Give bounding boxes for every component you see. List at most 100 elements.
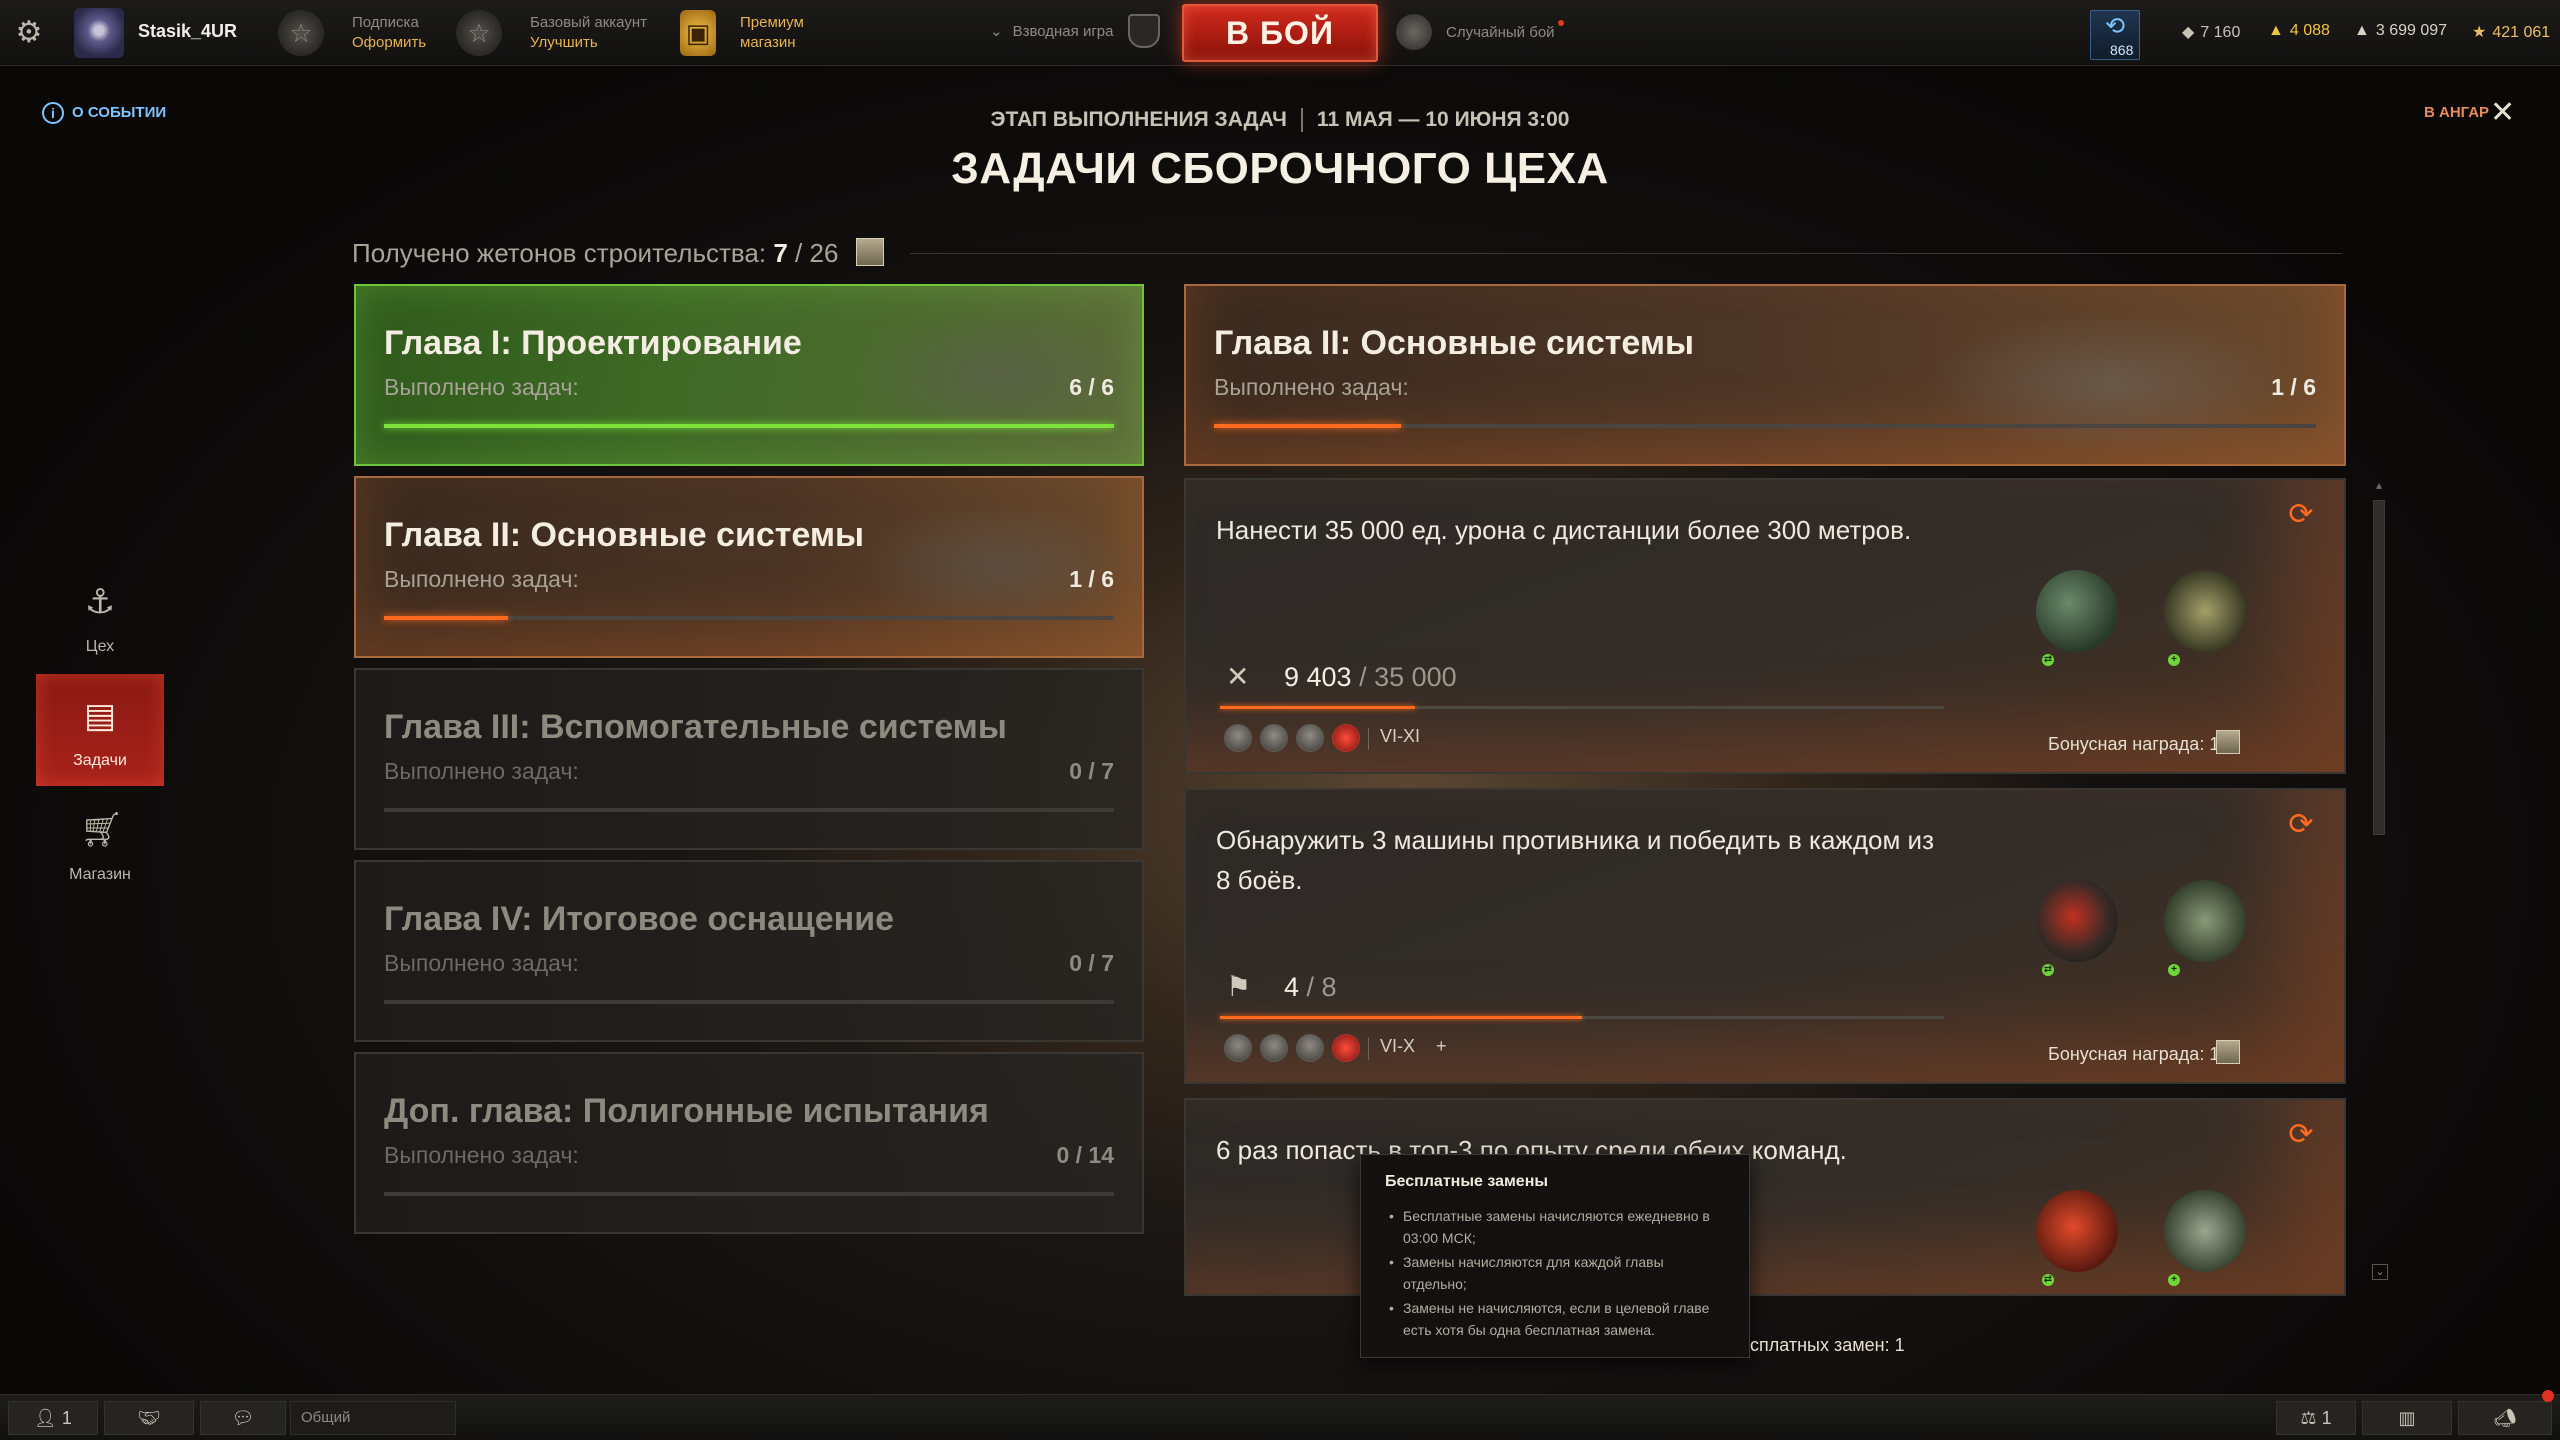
scroll-up-arrow[interactable]: ▴ bbox=[2372, 478, 2386, 492]
selected-chapter-progress-bar bbox=[1214, 424, 2316, 428]
reward-equipment-icon[interactable] bbox=[2036, 570, 2118, 652]
crossed-swords-icon: ✕ bbox=[1226, 661, 1250, 692]
new-indicator-dot bbox=[1558, 20, 1564, 26]
gold-value: 4 088 bbox=[2289, 22, 2330, 39]
selected-chapter-header: Глава II: Основные системы Выполнено зад… bbox=[1184, 284, 2346, 466]
chapter-progress-bar bbox=[384, 616, 1114, 620]
chapter-card[interactable]: Доп. глава: Полигонные испытания Выполне… bbox=[354, 1052, 1144, 1234]
chapter-card[interactable]: Глава II: Основные системы Выполнено зад… bbox=[354, 476, 1144, 658]
reward-gauge-icon[interactable] bbox=[2036, 880, 2118, 962]
gold-icon: ▲ bbox=[2268, 22, 2284, 39]
refresh-task-icon[interactable]: ⟳ bbox=[2284, 498, 2318, 532]
task-card: 6 раз попасть в топ-3 по опыту среди обе… bbox=[1184, 1098, 2346, 1296]
friends-button[interactable]: 🤝︎ bbox=[104, 1401, 194, 1435]
platoon-info-button[interactable]: ⚖ 1 bbox=[2276, 1401, 2356, 1435]
progress-fill bbox=[1220, 1016, 1582, 1019]
chapter-card[interactable]: Глава I: Проектирование Выполнено задач:… bbox=[354, 284, 1144, 466]
chapter-count: 0 / 7 bbox=[1069, 758, 1114, 784]
bonds-icon: ◆ bbox=[2182, 24, 2195, 41]
scales-icon: ⚖ bbox=[2300, 1408, 2317, 1428]
bar-chart-icon: ▥ bbox=[2398, 1408, 2416, 1428]
selected-chapter-title: Глава II: Основные системы bbox=[1214, 324, 1695, 362]
platoon-label: Взводная игра bbox=[1012, 23, 1114, 40]
tooltip-item: Бесплатные замены начисляются ежедневно … bbox=[1385, 1205, 1725, 1249]
nation-icon bbox=[1296, 1034, 1324, 1062]
chat-channel-selector[interactable]: Общий bbox=[290, 1401, 456, 1435]
credits-value: 3 699 097 bbox=[2375, 22, 2448, 39]
subscription-button[interactable]: ☆ Подписка Оформить bbox=[278, 10, 438, 56]
premium-shop-button[interactable]: ▣ Премиум магазин bbox=[680, 10, 830, 56]
chapter-card[interactable]: Глава III: Вспомогательные системы Выпол… bbox=[354, 668, 1144, 850]
divider bbox=[1300, 108, 1303, 133]
session-stats-button[interactable]: ▥ bbox=[2362, 1401, 2452, 1435]
scrollbar-thumb[interactable] bbox=[2373, 500, 2385, 835]
subscription-label: Подписка bbox=[352, 14, 419, 31]
account-upgrade-button[interactable]: ☆ Базовый аккаунт Улучшить bbox=[456, 10, 656, 56]
players-online-button[interactable]: 👤︎ 1 bbox=[8, 1401, 98, 1435]
construction-token-icon bbox=[2216, 1040, 2240, 1064]
chapter-subtitle: Выполнено задач: bbox=[384, 1142, 579, 1168]
sidenav-workshop[interactable]: ⚓ Цех bbox=[36, 560, 164, 672]
bonds-balance[interactable]: ◆ 7 160 bbox=[2182, 22, 2240, 42]
notifications-icon: ⟲ bbox=[2104, 13, 2126, 40]
chapter-title: Глава I: Проектирование bbox=[384, 324, 802, 362]
sidenav-tasks[interactable]: ▤ Задачи bbox=[36, 674, 164, 786]
chapter-card[interactable]: Глава IV: Итоговое оснащение Выполнено з… bbox=[354, 860, 1144, 1042]
chapter-subtitle: Выполнено задач: bbox=[384, 950, 579, 976]
stage-label: ЭТАП ВЫПОЛНЕНИЯ ЗАДАЧ bbox=[990, 108, 1287, 131]
username[interactable]: Stasik_4UR bbox=[138, 21, 237, 42]
tokens-got: 7 bbox=[773, 238, 788, 268]
reward-equipment-icon[interactable] bbox=[2164, 880, 2246, 962]
settings-gear-icon[interactable]: ⚙ bbox=[12, 16, 46, 50]
player-avatar[interactable] bbox=[74, 8, 124, 58]
progress-total: / 35 000 bbox=[1359, 662, 1457, 692]
tokens-label: Получено жетонов строительства: bbox=[352, 238, 767, 268]
flag-icon: ⚑ bbox=[1226, 971, 1252, 1002]
gift-box-icon: ▣ bbox=[680, 10, 716, 56]
refresh-task-icon[interactable]: ⟳ bbox=[2284, 1118, 2318, 1152]
tooltip-list: Бесплатные замены начисляются ежедневно … bbox=[1385, 1205, 1725, 1341]
swap-indicator-icon: ⇄ bbox=[2042, 964, 2054, 976]
tooltip-title: Бесплатные замены bbox=[1385, 1173, 1549, 1190]
refresh-task-icon[interactable]: ⟳ bbox=[2284, 808, 2318, 842]
credits-icon: ▲ bbox=[2354, 22, 2370, 39]
sidenav-label: Цех bbox=[85, 638, 115, 655]
page-title: ЗАДАЧИ СБОРОЧНОГО ЦЕХА bbox=[951, 144, 1609, 193]
divider bbox=[910, 253, 2342, 254]
battle-mode-selector[interactable]: Случайный бой bbox=[1446, 24, 1555, 41]
chat-bubbles-icon: 💬︎ bbox=[231, 1408, 255, 1428]
selected-chapter-subtitle: Выполнено задач: bbox=[1214, 374, 1409, 400]
battle-button[interactable]: В БОЙ bbox=[1182, 4, 1378, 62]
crane-hook-icon: ⚓ bbox=[84, 583, 116, 621]
notifications-center-button[interactable]: 📣︎ bbox=[2458, 1401, 2552, 1435]
construction-token-icon bbox=[2216, 730, 2240, 754]
battle-mode-icon[interactable] bbox=[1396, 14, 1432, 50]
tooltip-item: Замены начисляются для каждой главы отде… bbox=[1385, 1251, 1725, 1295]
progress-current: 9 403 bbox=[1284, 662, 1352, 692]
gold-balance[interactable]: ▲ 4 088 bbox=[2268, 22, 2330, 40]
tasks-clipboard-icon: ▤ bbox=[83, 697, 117, 735]
chapter-title: Глава IV: Итоговое оснащение bbox=[384, 900, 894, 938]
free-swaps-counter[interactable]: сплатных замен: 1 bbox=[1750, 1335, 1905, 1356]
sidenav-shop[interactable]: 🛒︎ Магазин bbox=[36, 788, 164, 900]
nation-icon bbox=[1224, 1034, 1252, 1062]
bottom-bar: 👤︎ 1 🤝︎ 💬︎ Общий ⚖ 1 ▥ 📣︎ bbox=[0, 1394, 2560, 1440]
chapter-progress-bar bbox=[384, 1192, 1114, 1196]
vehicle-tiers: VI-XI bbox=[1380, 726, 1421, 746]
star-badge-icon: ☆ bbox=[278, 10, 324, 56]
reward-headset-icon[interactable] bbox=[2036, 1190, 2118, 1272]
nation-filter bbox=[1224, 724, 1368, 754]
credits-balance[interactable]: ▲ 3 699 097 bbox=[2354, 22, 2447, 40]
scroll-down-button[interactable]: ⌄ bbox=[2372, 1264, 2388, 1280]
chapter-progress-bar bbox=[384, 808, 1114, 812]
free-xp-balance[interactable]: ★ 421 061 bbox=[2472, 22, 2550, 42]
progress-fill bbox=[384, 616, 509, 620]
platoon-button[interactable]: ⌄ Взводная игра bbox=[990, 22, 1113, 40]
platoon-shield-icon[interactable] bbox=[1128, 14, 1160, 48]
chapter-count: 0 / 7 bbox=[1069, 950, 1114, 976]
tooltip-item: Замены не начисляются, если в целевой гл… bbox=[1385, 1297, 1725, 1341]
reward-equipment-icon[interactable] bbox=[2164, 1190, 2246, 1272]
chat-button[interactable]: 💬︎ bbox=[200, 1401, 286, 1435]
reward-ammo-icon[interactable] bbox=[2164, 570, 2246, 652]
task-progress-bar bbox=[1220, 1016, 1944, 1019]
